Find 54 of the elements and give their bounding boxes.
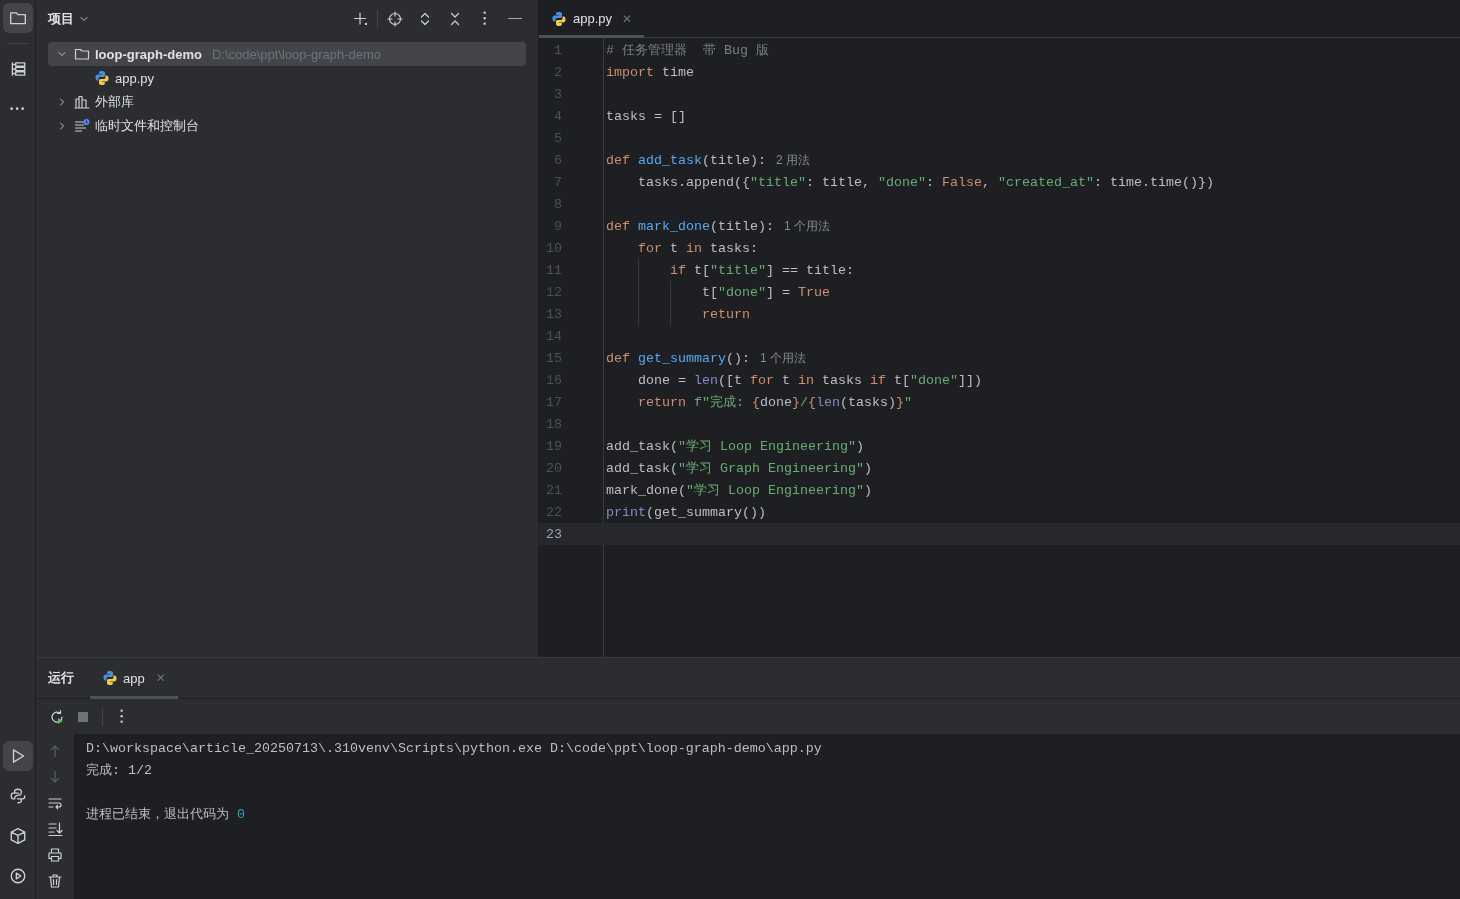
usage-hint[interactable]: 2 用法 <box>776 151 810 169</box>
code-line: add_task("学习 Graph Engineering") <box>606 460 872 477</box>
project-tool-icon <box>8 9 27 27</box>
project-tool-button[interactable] <box>2 3 33 33</box>
code-line: def mark_done(title): <box>606 218 774 234</box>
minimize-icon <box>507 17 523 20</box>
rerun-icon <box>49 708 65 725</box>
line-number: 23 <box>545 526 562 542</box>
usage-hint[interactable]: 1 个用法 <box>784 217 830 235</box>
tree-item[interactable]: app.py <box>48 66 526 90</box>
project-view-dropdown[interactable]: 项目 <box>48 9 90 28</box>
run-tool-button[interactable] <box>2 741 33 771</box>
code-line: def get_summary(): <box>606 350 750 366</box>
scroll-to-end-icon <box>47 821 63 837</box>
new-file-icon <box>352 10 368 27</box>
code-line: t["done"] = True <box>700 284 830 300</box>
code-line: done = len([t for t in tasks if t["done"]]) <box>637 372 982 388</box>
editor-tab[interactable]: app.py ✕ <box>539 0 645 38</box>
code-line: return <box>700 306 750 322</box>
folder-icon <box>74 46 90 62</box>
packages-icon <box>8 827 27 845</box>
tree-item[interactable]: 临时文件和控制台 <box>48 114 526 138</box>
code-line: if t["title"] == title: <box>669 262 854 278</box>
python-console-icon <box>8 787 27 805</box>
code-line: # 任务管理器 带 Bug 版 <box>606 42 769 59</box>
clear-icon <box>47 873 63 889</box>
options-icon <box>120 709 124 724</box>
print-icon <box>47 847 63 863</box>
file-type-icon <box>551 10 567 27</box>
code-line: add_task("学习 Loop Engineering") <box>606 438 864 455</box>
code-line: tasks.append({"title": title, "done": False, "created_at": time.time()}) <box>637 174 1214 190</box>
console-line: 完成: 1/2 <box>86 763 152 778</box>
tree-item[interactable]: 外部库 <box>48 90 526 114</box>
locate-icon <box>387 10 403 27</box>
scratches-icon <box>74 118 90 134</box>
library-icon <box>74 94 90 110</box>
file-type-icon <box>102 670 118 686</box>
options-icon <box>483 11 487 26</box>
panel-title: 运行 <box>48 669 74 687</box>
usage-hint[interactable]: 1 个用法 <box>760 349 806 367</box>
console-line: 进程已结束，退出代码为 0 <box>86 807 245 822</box>
code-line: return f"完成: {done}/{len(tasks)}" <box>637 394 912 411</box>
close-icon[interactable]: ✕ <box>622 11 633 26</box>
code-line: for t in tasks: <box>637 240 758 256</box>
file-type-icon <box>94 70 110 86</box>
code-line: mark_done("学习 Loop Engineering") <box>606 482 872 499</box>
console-line: D:\workspace\article_20250713\.310venv\Scripts\python.exe D:\code\ppt\loop-graph-demo\app.py <box>86 741 822 756</box>
code-line: def add_task(title): <box>606 152 766 168</box>
code-line: tasks = [] <box>606 108 686 124</box>
code-line: import time <box>606 64 694 80</box>
code-line: print(get_summary()) <box>606 504 766 520</box>
more-icon <box>10 107 25 111</box>
services-icon <box>8 867 27 885</box>
soft-wrap-icon <box>47 795 63 811</box>
